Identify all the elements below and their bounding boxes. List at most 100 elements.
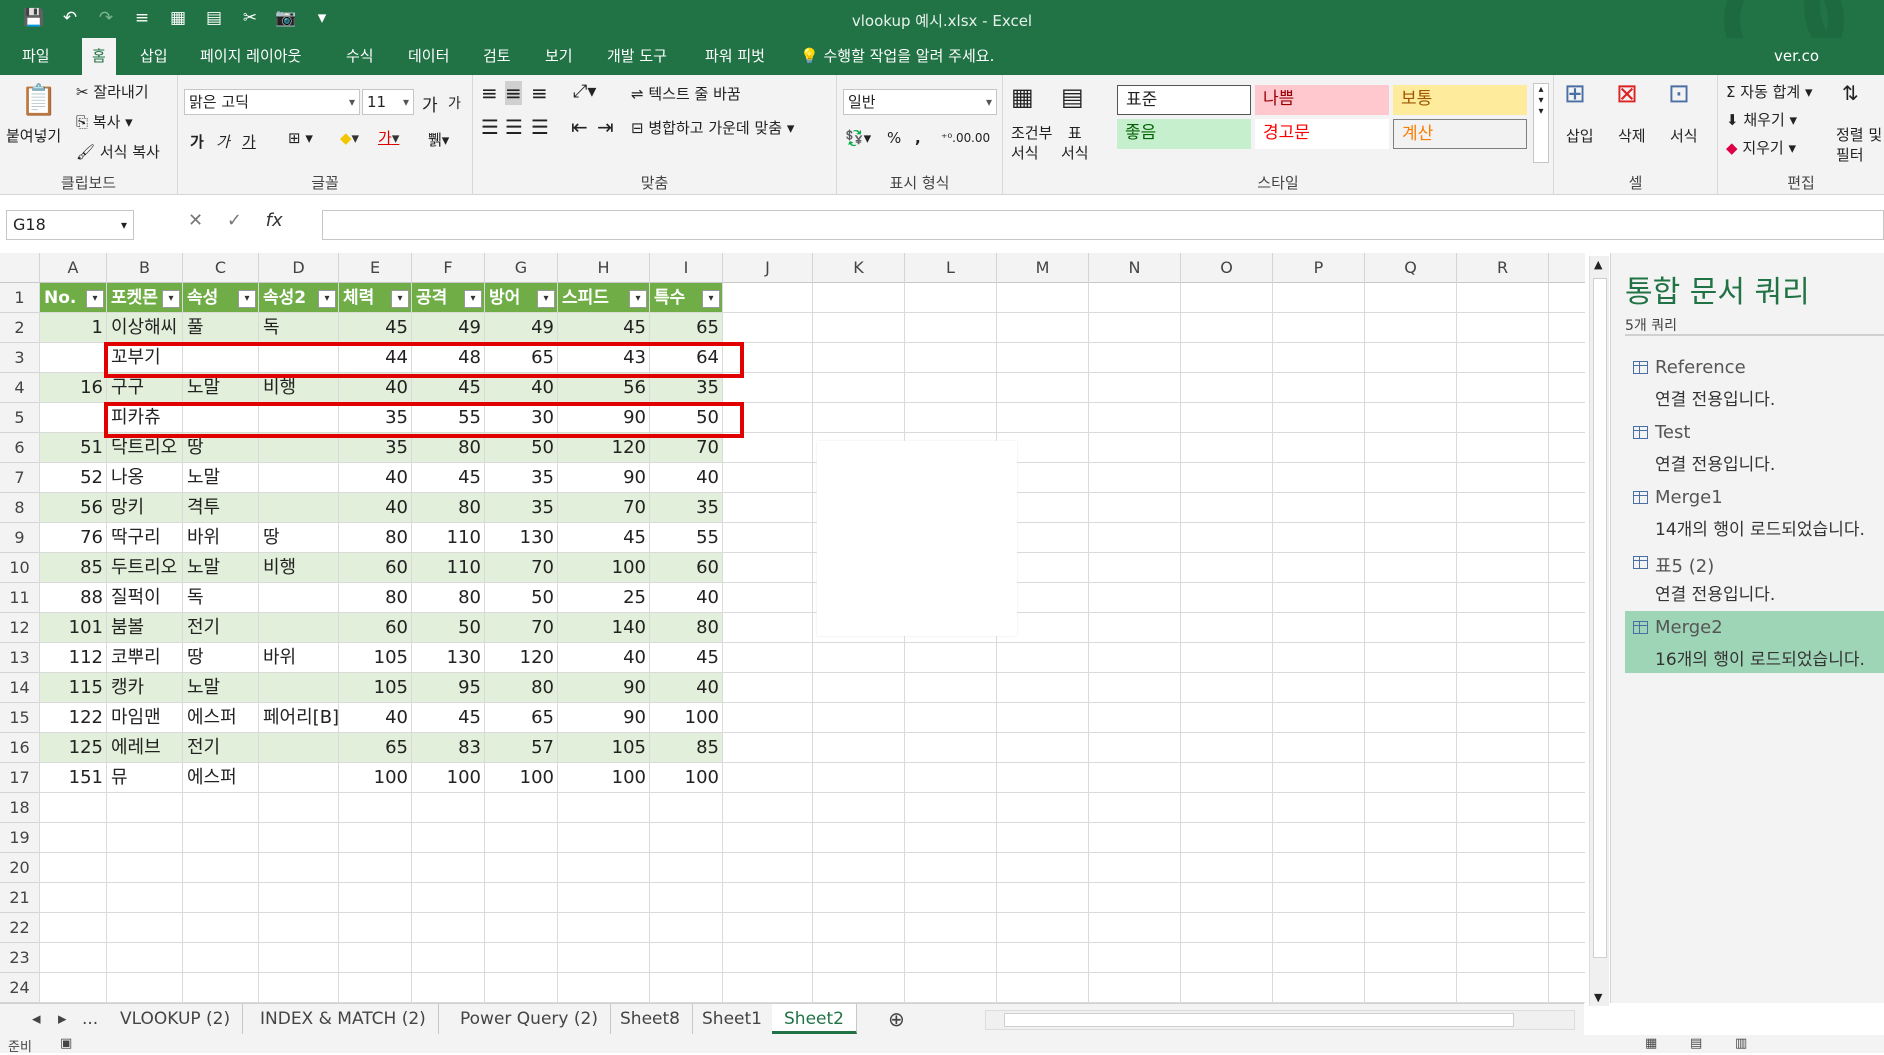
table-cell[interactable]: 40 xyxy=(339,493,412,523)
table-cell[interactable]: 51 xyxy=(40,433,107,463)
filter-dropdown-icon[interactable]: ▾ xyxy=(86,290,104,308)
decrease-indent-icon[interactable]: ⇤ xyxy=(571,115,588,139)
align-right-icon[interactable]: ☰ xyxy=(531,115,549,139)
table-cell[interactable]: 40 xyxy=(339,463,412,493)
table-cell[interactable]: 50 xyxy=(412,613,485,643)
column-header[interactable]: M xyxy=(997,253,1089,283)
column-header[interactable]: I xyxy=(650,253,723,283)
table-cell[interactable]: 101 xyxy=(40,613,107,643)
row-header[interactable]: 2 xyxy=(0,313,40,343)
table-cell[interactable] xyxy=(259,673,339,703)
align-left-icon[interactable]: ☰ xyxy=(481,115,499,139)
filter-dropdown-icon[interactable]: ▾ xyxy=(162,290,180,308)
column-header[interactable]: K xyxy=(813,253,905,283)
column-header[interactable]: H xyxy=(558,253,650,283)
table-cell[interactable]: 100 xyxy=(650,763,723,793)
underline-button[interactable]: 가 xyxy=(242,131,256,152)
table-cell[interactable]: 85 xyxy=(650,733,723,763)
vertical-scroll-thumb[interactable] xyxy=(1593,278,1607,958)
table-cell[interactable]: 65 xyxy=(485,703,558,733)
copy-button[interactable]: ⎘ 복사 ▾ xyxy=(76,111,133,132)
table-cell[interactable]: 70 xyxy=(558,493,650,523)
user-account[interactable]: ver.co xyxy=(1774,38,1884,75)
column-header[interactable]: L xyxy=(905,253,997,283)
table-cell[interactable]: 76 xyxy=(40,523,107,553)
filter-dropdown-icon[interactable]: ▾ xyxy=(537,290,555,308)
table-cell[interactable]: 80 xyxy=(339,583,412,613)
row-header[interactable]: 5 xyxy=(0,403,40,433)
table-cell[interactable]: 전기 xyxy=(183,733,259,763)
table-cell[interactable]: 질퍽이 xyxy=(107,583,183,613)
row-header[interactable]: 8 xyxy=(0,493,40,523)
table-cell[interactable]: 45 xyxy=(650,643,723,673)
page-break-view-icon[interactable]: ▥ xyxy=(1735,1036,1747,1051)
bottom-align-icon[interactable]: ≡ xyxy=(531,81,548,105)
vertical-scrollbar[interactable]: ▲ ▼ xyxy=(1589,256,1609,1006)
row-header[interactable]: 7 xyxy=(0,463,40,493)
tab-view[interactable]: 보기 xyxy=(535,38,583,75)
table-cell[interactable]: 16 xyxy=(40,373,107,403)
comma-button[interactable]: , xyxy=(915,129,921,147)
sheet-tab-vlookup[interactable]: VLOOKUP (2) xyxy=(108,1004,244,1034)
sheet-tab-index-match[interactable]: INDEX & MATCH (2) xyxy=(248,1004,439,1034)
row-header[interactable]: 22 xyxy=(0,913,40,943)
format-table-icon[interactable]: ▤ xyxy=(1061,83,1084,111)
table-cell[interactable]: 40 xyxy=(339,703,412,733)
tab-formulas[interactable]: 수식 xyxy=(336,38,384,75)
style-neutral[interactable]: 보통 xyxy=(1393,85,1527,115)
paste-button[interactable]: 붙여넣기 xyxy=(6,125,61,146)
table-cell[interactable]: 35 xyxy=(650,493,723,523)
row-header[interactable]: 13 xyxy=(0,643,40,673)
column-header[interactable]: E xyxy=(339,253,412,283)
table-cell[interactable]: 105 xyxy=(558,733,650,763)
row-header[interactable]: 23 xyxy=(0,943,40,973)
increase-decimal-icon[interactable]: ⁺⁰.00 xyxy=(941,131,971,145)
table-cell[interactable]: 45 xyxy=(558,313,650,343)
table-cell[interactable]: 80 xyxy=(339,523,412,553)
table-cell[interactable]: 40 xyxy=(650,583,723,613)
table-cell[interactable]: 95 xyxy=(412,673,485,703)
table-cell[interactable] xyxy=(259,463,339,493)
table-cell[interactable]: 45 xyxy=(412,703,485,733)
table-cell[interactable]: 112 xyxy=(40,643,107,673)
filter-dropdown-icon[interactable]: ▾ xyxy=(238,290,256,308)
table-cell[interactable]: 90 xyxy=(558,463,650,493)
horizontal-scrollbar[interactable] xyxy=(985,1010,1575,1030)
style-good[interactable]: 좋음 xyxy=(1117,119,1251,149)
insert-function-icon[interactable]: fx xyxy=(266,210,283,231)
worksheet-grid[interactable]: ABCDEFGHIJKLMNOPQR 1 2 3 4 5 6 7 8 9 10 11 12 13 14 15… xyxy=(0,253,1585,1003)
table-cell[interactable]: 25 xyxy=(558,583,650,613)
column-header[interactable]: Q xyxy=(1365,253,1457,283)
table-cell[interactable]: 망키 xyxy=(107,493,183,523)
table-header-cell[interactable]: No. xyxy=(40,283,85,313)
query-item[interactable]: Merge1 14개의 행이 로드되었습니다. xyxy=(1625,481,1884,543)
column-header[interactable]: J xyxy=(723,253,813,283)
styles-scroll[interactable]: ▴ ▾ ▾ xyxy=(1533,83,1549,163)
enter-icon[interactable]: ✓ xyxy=(227,210,242,231)
column-header[interactable]: A xyxy=(40,253,107,283)
table-cell[interactable]: 비행 xyxy=(259,553,339,583)
column-header[interactable]: O xyxy=(1181,253,1273,283)
table-cell[interactable]: 1 xyxy=(40,313,107,343)
table-cell[interactable]: 격투 xyxy=(183,493,259,523)
table-cell[interactable]: 에레브 xyxy=(107,733,183,763)
select-all-corner[interactable] xyxy=(0,253,40,283)
italic-button[interactable]: 가 xyxy=(216,131,230,152)
column-header[interactable]: P xyxy=(1273,253,1365,283)
table-cell[interactable]: 페어리[B] xyxy=(259,703,339,733)
tab-data[interactable]: 데이터 xyxy=(398,38,459,75)
table-cell[interactable]: 140 xyxy=(558,613,650,643)
table-cell[interactable]: 35 xyxy=(485,463,558,493)
align-center-icon[interactable]: ☰ xyxy=(505,115,523,139)
table-cell[interactable]: 120 xyxy=(485,643,558,673)
table-cell[interactable]: 125 xyxy=(40,733,107,763)
table-cell[interactable]: 독 xyxy=(183,583,259,613)
tab-ellipsis[interactable]: ... xyxy=(70,1004,110,1034)
sheet-tab-power-query[interactable]: Power Query (2) xyxy=(448,1004,611,1034)
table-cell[interactable]: 57 xyxy=(485,733,558,763)
font-color-icon[interactable]: 가▾ xyxy=(378,127,399,148)
style-bad[interactable]: 나쁨 xyxy=(1255,85,1389,115)
table-cell[interactable]: 독 xyxy=(259,313,339,343)
column-header[interactable]: F xyxy=(412,253,485,283)
table-cell[interactable]: 65 xyxy=(650,313,723,343)
